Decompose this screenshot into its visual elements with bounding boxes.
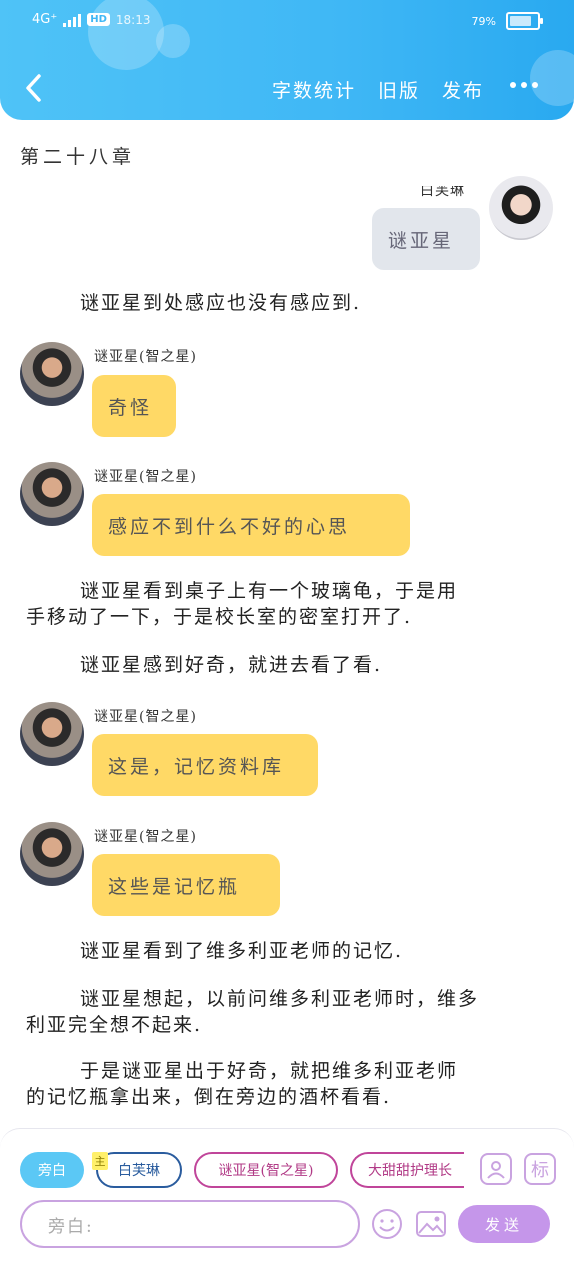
narration-text[interactable]: 手移动了一下，于是校长室的密室打开了. [26,602,412,632]
chapter-title: 第二十八章 [20,146,136,168]
person-icon [487,1161,505,1179]
speaker-name: 白芙琳 [420,183,465,199]
speaker-name: 谜亚星(智之星) [94,829,197,845]
decor-circle [156,24,190,58]
emoji-icon [372,1209,402,1239]
image-button[interactable] [414,1207,448,1241]
avatar[interactable] [20,822,84,886]
battery-percent: 79% [471,14,496,28]
message-bubble[interactable]: 这是，记忆资料库 [92,734,318,796]
decor-circle [88,0,164,70]
role-chip-miyaxing[interactable]: 谜亚星(智之星) [194,1152,338,1188]
role-chip-datiantian[interactable]: 大甜甜护理长 [350,1152,464,1188]
speaker-name: 谜亚星(智之星) [94,709,197,725]
avatar[interactable] [489,176,553,240]
publish-button[interactable]: 发布 [442,76,484,103]
dot [521,82,527,88]
role-chip-baifulin[interactable]: 白芙琳 [96,1152,182,1188]
battery-icon [506,12,543,30]
message-bubble[interactable]: 这些是记忆瓶 [92,854,280,916]
narration-text[interactable]: 的记忆瓶拿出来，倒在旁边的酒杯看看. [26,1082,391,1112]
character-manage-icon[interactable] [480,1153,512,1185]
narration-text[interactable]: 谜亚星到处感应也没有感应到. [80,288,361,318]
battery-level [510,16,531,26]
status-bar-right: 79% [471,12,543,30]
network-label: 4G⁺ [32,12,58,27]
status-bar-left: 4G⁺ HD 18:13 [32,12,150,27]
tag-button[interactable]: 标 [524,1153,556,1185]
speaker-name: 谜亚星(智之星) [94,349,197,365]
avatar[interactable] [20,462,84,526]
top-header: 4G⁺ HD 18:13 79% 字数统计 旧版 发布 [0,0,574,120]
message-input[interactable]: 旁白: [20,1200,360,1248]
message-bubble[interactable]: 感应不到什么不好的心思 [92,494,410,556]
dot [510,82,516,88]
narration-text[interactable]: 利亚完全想不起来. [26,1010,202,1040]
back-button[interactable] [18,70,48,106]
avatar[interactable] [20,702,84,766]
emoji-button[interactable] [370,1207,404,1241]
word-count-button[interactable]: 字数统计 [272,76,356,103]
narration-text[interactable]: 谜亚星感到好奇，就进去看了看. [80,650,382,680]
message-bubble[interactable]: 奇怪 [92,375,176,437]
send-button[interactable]: 发送 [458,1205,550,1243]
more-button[interactable] [510,82,538,88]
main-character-tag: 主 [92,1152,108,1170]
status-time: 18:13 [115,12,151,27]
image-icon [416,1211,446,1237]
header-actions: 字数统计 旧版 发布 [272,76,484,103]
signal-icon [63,13,82,27]
dot [532,82,538,88]
tag-label: 标 [531,1160,549,1181]
message-bubble[interactable]: 谜亚星 [372,208,480,270]
speaker-name: 谜亚星(智之星) [94,469,197,485]
narration-text[interactable]: 谜亚星看到了维多利亚老师的记忆. [80,936,403,966]
chevron-left-icon [26,74,41,102]
old-version-button[interactable]: 旧版 [378,76,420,103]
avatar[interactable] [20,342,84,406]
role-chip-narrator[interactable]: 旁白 [20,1152,84,1188]
hd-badge: HD [87,13,110,26]
decor-circle [530,50,574,106]
